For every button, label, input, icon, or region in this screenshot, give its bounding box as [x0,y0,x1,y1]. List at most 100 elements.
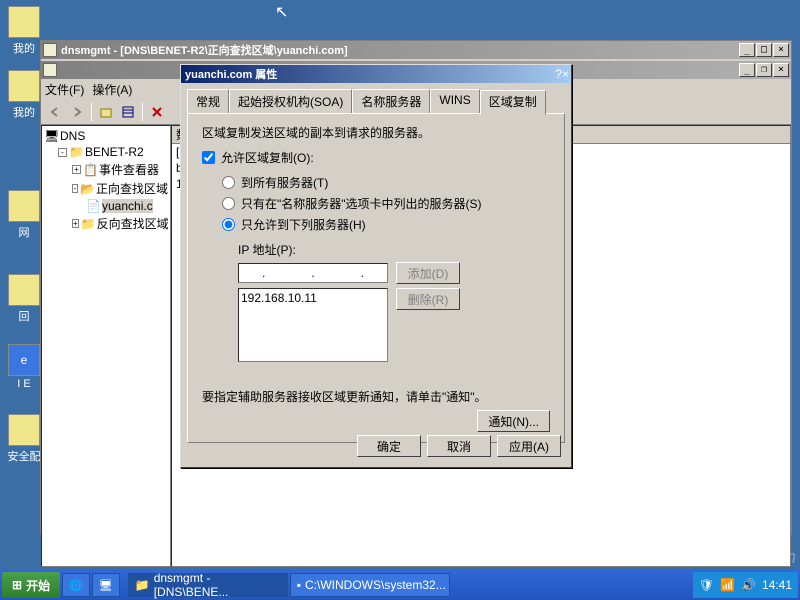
menu-file[interactable]: 文件(F) [45,81,84,98]
tree-fwd[interactable]: -📂正向查找区域 [44,179,168,198]
maximize-button[interactable]: □ [756,43,772,57]
notify-button[interactable]: 通知(N)... [477,410,550,432]
list-item[interactable]: 192.168.10.11 [241,291,385,305]
tree-event[interactable]: +📋事件查看器 [44,160,168,179]
forward-button[interactable] [67,102,87,122]
task-button[interactable]: ▪C:\WINDOWS\system32... [290,573,450,597]
radio-input[interactable] [222,176,235,189]
add-button[interactable]: 添加(D) [396,262,460,284]
radio-input[interactable] [222,218,235,231]
security-icon [8,414,40,446]
ip-address-input[interactable]: ... [238,263,388,283]
radio-ns-servers[interactable]: 只有在"名称服务器"选项卡中列出的服务器(S) [222,195,550,212]
tab-wins[interactable]: WINS [430,89,479,113]
close-button[interactable]: × [773,63,789,77]
radio-listed-servers[interactable]: 只允许到下列服务器(H) [222,216,550,233]
windows-icon: ⊞ [12,578,22,592]
system-tray[interactable]: 🛡 📶 🔊 14:41 [693,572,798,598]
radio-label: 只有在"名称服务器"选项卡中列出的服务器(S) [241,195,482,212]
close-button[interactable]: × [773,43,789,57]
folder-icon [8,6,40,38]
checkbox-input[interactable] [202,151,215,164]
remove-button[interactable]: 删除(R) [396,288,460,310]
ip-label: IP 地址(P): [202,241,550,258]
tree-label: 反向查找区域 [97,215,169,232]
zone-icon: 📄 [86,199,100,213]
close-button[interactable]: × [562,67,569,81]
network-icon [8,190,40,222]
computer-icon [8,70,40,102]
tree-label: 事件查看器 [99,161,159,178]
task-label: dnsmgmt - [DNS\BENE... [154,571,281,599]
collapse-icon[interactable]: - [58,148,67,157]
dialog-titlebar[interactable]: yuanchi.com 属性 ? × [181,65,571,83]
desktop-icon-label: 我的 [4,104,44,120]
up-button[interactable] [96,102,116,122]
tree-label: DNS [60,129,85,143]
task-button[interactable]: 📁dnsmgmt - [DNS\BENE... [128,573,288,597]
cmd-icon: ▪ [297,578,301,592]
delete-button[interactable] [147,102,167,122]
cancel-button[interactable]: 取消 [427,435,491,457]
desktop-icon[interactable]: 网 [4,190,44,240]
radio-all-servers[interactable]: 到所有服务器(T) [222,174,550,191]
tab-soa[interactable]: 起始授权机构(SOA) [229,89,352,113]
start-label: 开始 [26,577,50,594]
help-button[interactable]: ? [555,67,562,81]
recycle-icon [8,274,40,306]
dialog-note: 要指定辅助服务器接收区域更新通知，请单击"通知"。 [202,388,550,405]
menu-action[interactable]: 操作(A) [92,81,132,98]
tab-panel: 区域复制发送区域的副本到请求的服务器。 允许区域复制(O): 到所有服务器(T)… [187,113,565,443]
taskbar: ⊞ 开始 🌐 🖥 📁dnsmgmt - [DNS\BENE... ▪C:\WIND… [0,570,800,600]
window-title: dnsmgmt - [DNS\BENET-R2\正向查找区域\yuanchi.c… [61,42,739,58]
expand-icon[interactable]: + [72,165,81,174]
desktop-icon-label: 网 [4,224,44,240]
tray-icon[interactable]: 🛡 [699,578,714,592]
tree-view[interactable]: 🖥DNS -📁BENET-R2 +📋事件查看器 -📂正向查找区域 📄yuanch… [41,125,171,567]
watermark: 51CTO.com [699,547,796,568]
list-button[interactable] [118,102,138,122]
tab-strip: 常规 起始授权机构(SOA) 名称服务器 WINS 区域复制 [187,89,565,113]
radio-input[interactable] [222,197,235,210]
tab-general[interactable]: 常规 [187,89,229,113]
radio-label: 只允许到下列服务器(H) [241,216,366,233]
tree-server[interactable]: -📁BENET-R2 [44,144,168,160]
desktop-icon[interactable]: eI E [4,344,44,390]
tree-root[interactable]: 🖥DNS [44,128,168,144]
tab-zone-transfer[interactable]: 区域复制 [480,90,546,115]
app-icon [43,63,57,77]
back-button[interactable] [45,102,65,122]
cursor-icon: ↖ [275,2,288,22]
ok-button[interactable]: 确定 [357,435,421,457]
desktop-icon[interactable]: 我的 [4,6,44,56]
restore-button[interactable]: ❐ [756,63,772,77]
tree-rev[interactable]: +📁反向查找区域 [44,214,168,233]
collapse-icon[interactable]: - [72,184,78,193]
desktop-icon-label: I E [4,378,44,390]
start-button[interactable]: ⊞ 开始 [2,572,60,598]
allow-transfer-checkbox[interactable]: 允许区域复制(O): [202,149,550,166]
desktop-icon-label: 我的 [4,40,44,56]
mmc-titlebar[interactable]: dnsmgmt - [DNS\BENET-R2\正向查找区域\yuanchi.c… [41,41,791,59]
quick-launch-ie[interactable]: 🌐 [62,573,90,597]
dialog-title: yuanchi.com 属性 [183,66,555,82]
minimize-button[interactable]: _ [739,63,755,77]
tray-icon[interactable]: 🔊 [741,578,756,592]
folder-icon: 📂 [80,182,94,196]
server-icon: 📁 [69,145,83,159]
desktop-icon[interactable]: 安全配 [4,414,44,464]
tab-name-servers[interactable]: 名称服务器 [352,89,430,113]
tree-zone[interactable]: 📄yuanchi.c [44,198,168,214]
folder-icon: 📁 [81,217,95,231]
expand-icon[interactable]: + [72,219,79,228]
quick-launch-desktop[interactable]: 🖥 [92,573,120,597]
event-icon: 📋 [83,163,97,177]
desktop-icon[interactable]: 回 [4,274,44,324]
server-list[interactable]: 192.168.10.11 [238,288,388,362]
apply-button[interactable]: 应用(A) [497,435,561,457]
clock[interactable]: 14:41 [762,578,792,592]
tray-icon[interactable]: 📶 [720,578,735,592]
desktop-icon[interactable]: 我的 [4,70,44,120]
minimize-button[interactable]: _ [739,43,755,57]
properties-dialog: yuanchi.com 属性 ? × 常规 起始授权机构(SOA) 名称服务器 … [180,64,572,468]
